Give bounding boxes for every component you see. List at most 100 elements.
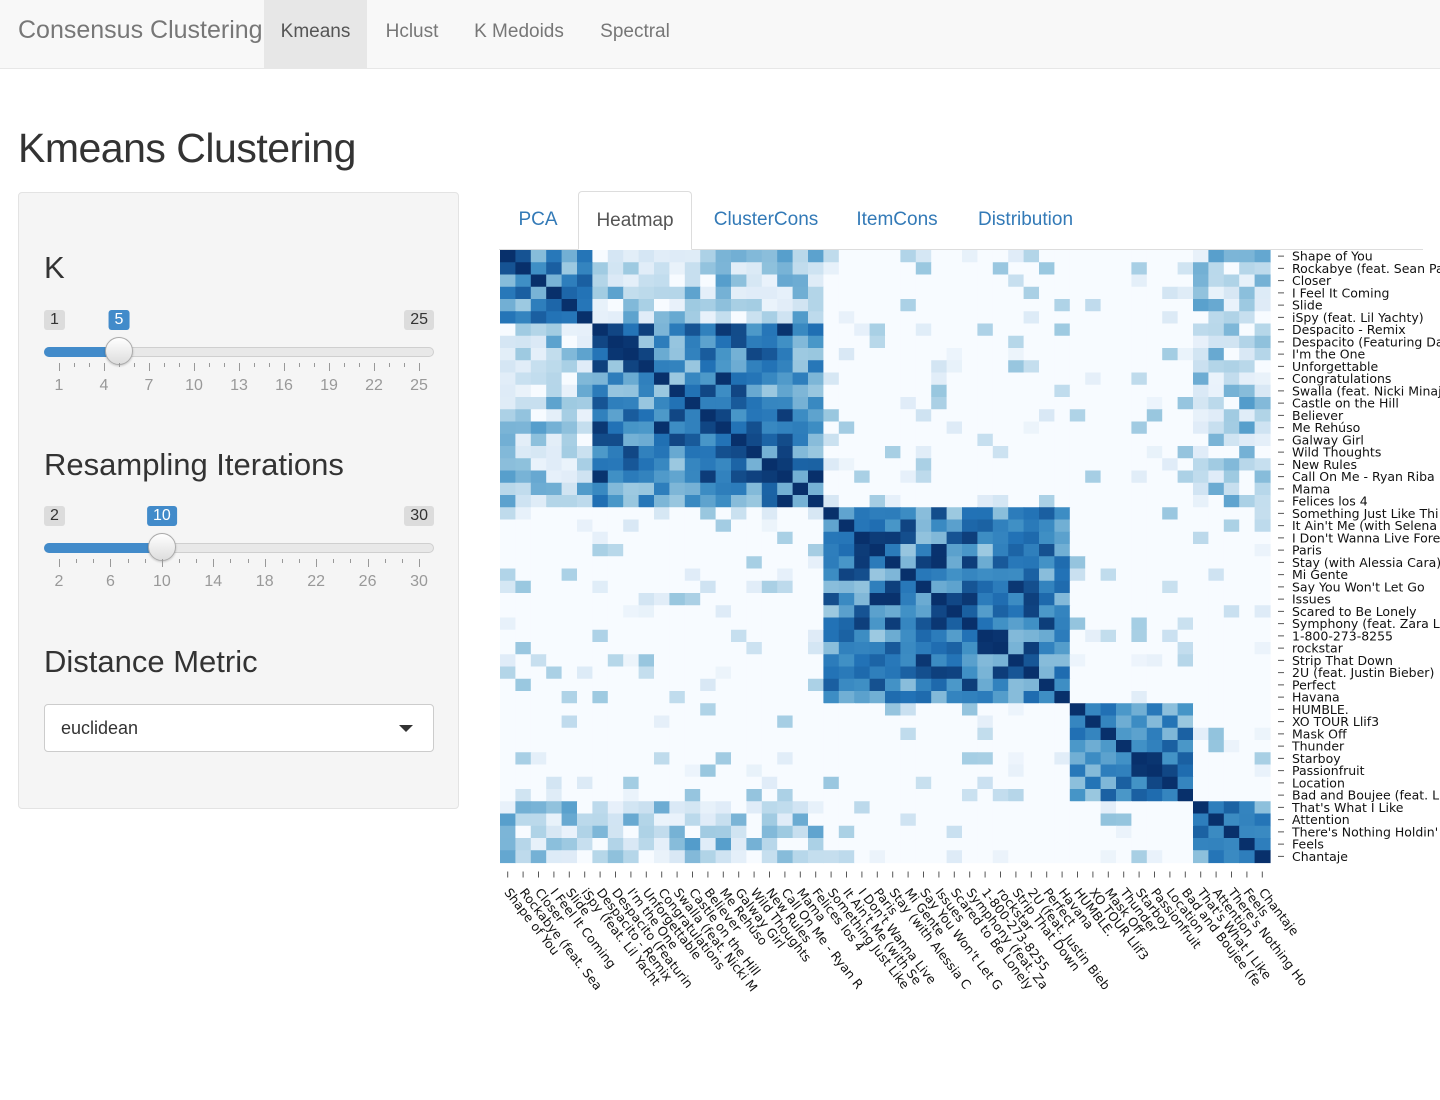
heatmap-cell xyxy=(715,789,732,802)
heatmap-cell xyxy=(1054,323,1071,337)
heatmap-cell xyxy=(1008,495,1025,508)
heatmap-cell xyxy=(746,470,763,484)
heatmap-cell xyxy=(1193,335,1209,349)
heatmap-cell xyxy=(1085,727,1102,741)
heatmap-cell xyxy=(946,507,963,521)
heatmap-cell xyxy=(1054,666,1071,680)
heatmap-cell xyxy=(823,421,840,435)
heatmap-cell xyxy=(1023,482,1040,496)
heatmap-cell xyxy=(1085,776,1102,790)
heatmap-cell xyxy=(1085,691,1102,704)
heatmap-cell xyxy=(838,470,855,484)
heatmap-cell xyxy=(1177,544,1194,557)
heatmap-cell xyxy=(869,311,886,325)
heatmap-cell xyxy=(592,666,609,680)
heatmap-cell xyxy=(1008,617,1025,631)
heatmap-cell xyxy=(654,372,670,386)
heatmap-cell xyxy=(931,250,948,263)
heatmap-cell xyxy=(577,789,593,802)
heatmap-cell xyxy=(823,593,840,606)
heatmap-cell xyxy=(962,250,978,263)
heatmap-cell xyxy=(900,495,917,508)
heatmap-cell xyxy=(1146,629,1163,643)
heatmap-cell xyxy=(607,262,624,276)
heatmap-cell xyxy=(1193,568,1209,582)
heatmap-cell xyxy=(808,250,824,263)
heatmap-cell xyxy=(1239,360,1256,374)
heatmap-cell xyxy=(500,262,516,276)
heatmap-cell xyxy=(500,458,516,472)
heatmap-cell xyxy=(592,507,609,521)
heatmap-cell xyxy=(931,384,948,398)
heatmap-cell xyxy=(869,568,886,582)
heatmap-cell xyxy=(731,495,747,508)
heatmap-cell xyxy=(561,311,578,325)
heatmap-cell xyxy=(731,654,747,668)
heatmap-cell xyxy=(1069,544,1086,557)
heatmap-cell xyxy=(515,691,532,704)
heatmap-cell xyxy=(823,323,840,337)
heatmap-cell xyxy=(885,372,901,386)
heatmap-cell xyxy=(669,458,686,472)
heatmap-cell xyxy=(962,531,978,545)
heatmap-cell xyxy=(792,507,809,521)
heatmap-cell xyxy=(515,250,532,263)
heatmap-cell xyxy=(962,482,978,496)
heatmap-cell xyxy=(500,250,516,263)
heatmap-cell xyxy=(700,654,717,668)
heatmap-cell xyxy=(915,715,932,729)
heatmap-cell xyxy=(746,568,763,582)
heatmap-cell xyxy=(1054,813,1071,827)
heatmap-cell xyxy=(669,764,686,778)
heatmap-cell xyxy=(1162,678,1179,692)
heatmap-cell xyxy=(777,666,794,680)
row-label: Chantaje xyxy=(1292,849,1348,864)
heatmap-cell xyxy=(530,531,547,545)
heatmap-cell xyxy=(761,372,778,386)
heatmap-cell xyxy=(700,642,717,655)
heatmap-cell xyxy=(1162,299,1179,312)
heatmap-cell xyxy=(946,715,963,729)
heatmap-cell xyxy=(869,678,886,692)
heatmap-cell xyxy=(654,703,670,717)
heatmap-cell xyxy=(1023,495,1040,508)
heatmap-cell xyxy=(731,666,747,680)
heatmap-cell xyxy=(977,764,994,778)
heatmap-cell xyxy=(808,629,824,643)
heatmap-cell xyxy=(1023,691,1040,704)
heatmap-cell xyxy=(777,384,794,398)
heatmap-cell xyxy=(885,556,901,570)
heatmap-cell xyxy=(1239,850,1256,864)
heatmap-cell xyxy=(977,617,994,631)
heatmap-cell xyxy=(761,568,778,582)
heatmap-cell xyxy=(1023,764,1040,778)
heatmap-cell xyxy=(885,335,901,349)
heatmap-cell xyxy=(931,482,948,496)
heatmap-cell xyxy=(1193,274,1209,288)
heatmap-cell xyxy=(623,593,640,606)
heatmap-cell xyxy=(977,678,994,692)
heatmap-cell xyxy=(1054,593,1071,606)
heatmap-cell xyxy=(838,776,855,790)
heatmap-cell xyxy=(962,752,978,766)
heatmap-cell xyxy=(1023,715,1040,729)
heatmap-cell xyxy=(808,715,824,729)
heatmap-cell xyxy=(808,299,824,312)
heatmap-cell xyxy=(1208,274,1225,288)
heatmap-cell xyxy=(1069,629,1086,643)
heatmap-cell xyxy=(654,789,670,802)
heatmap-cell xyxy=(1085,531,1102,545)
heatmap-cell xyxy=(561,752,578,766)
heatmap-cell xyxy=(823,678,840,692)
heatmap-cell xyxy=(1008,629,1025,643)
heatmap-cell xyxy=(1239,715,1256,729)
heatmap-cell xyxy=(777,678,794,692)
heatmap-cell xyxy=(577,850,593,864)
heatmap-cell xyxy=(746,678,763,692)
heatmap-cell xyxy=(731,446,747,459)
heatmap-cell xyxy=(946,470,963,484)
heatmap-cell xyxy=(838,740,855,753)
heatmap-cell xyxy=(1069,715,1086,729)
heatmap-cell xyxy=(530,286,547,300)
heatmap-cell xyxy=(577,825,593,839)
